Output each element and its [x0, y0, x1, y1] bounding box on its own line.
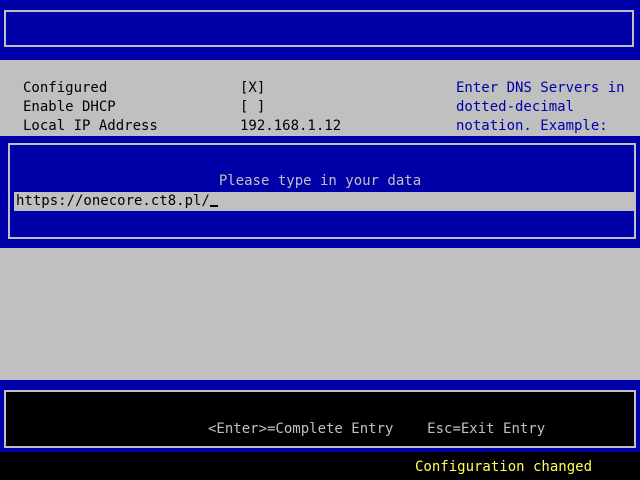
- data-input-field[interactable]: https://onecore.ct8.pl/: [14, 192, 634, 211]
- help-text-line-3: notation. Example:: [456, 118, 608, 134]
- text-cursor: [209, 205, 218, 207]
- status-message: Configuration changed: [415, 459, 593, 475]
- help-text-line-2: dotted-decimal: [456, 99, 575, 115]
- local-ip-value[interactable]: 192.168.1.12: [240, 117, 341, 135]
- esc-key-hint: Esc=Exit Entry: [427, 421, 546, 437]
- field-label-enable-dhcp: Enable DHCP: [23, 99, 116, 115]
- key-hints: <Enter>=Complete Entry Esc=Exit Entry: [208, 420, 545, 438]
- field-label-local-ip: Local IP Address: [23, 118, 158, 134]
- footer-frame: [4, 390, 636, 448]
- data-entry-dialog-frame: [8, 143, 636, 239]
- help-text-line-1: Enter DNS Servers in: [456, 80, 625, 96]
- enter-key-hint: <Enter>=Complete Entry: [208, 421, 394, 437]
- configured-checkbox[interactable]: [X]: [240, 79, 265, 97]
- enable-dhcp-checkbox[interactable]: [ ]: [240, 98, 265, 116]
- header-frame: [4, 10, 634, 47]
- field-label-configured: Configured: [23, 80, 108, 96]
- dialog-prompt: Please type in your data: [218, 173, 422, 189]
- data-input-value: https://onecore.ct8.pl/: [16, 193, 210, 209]
